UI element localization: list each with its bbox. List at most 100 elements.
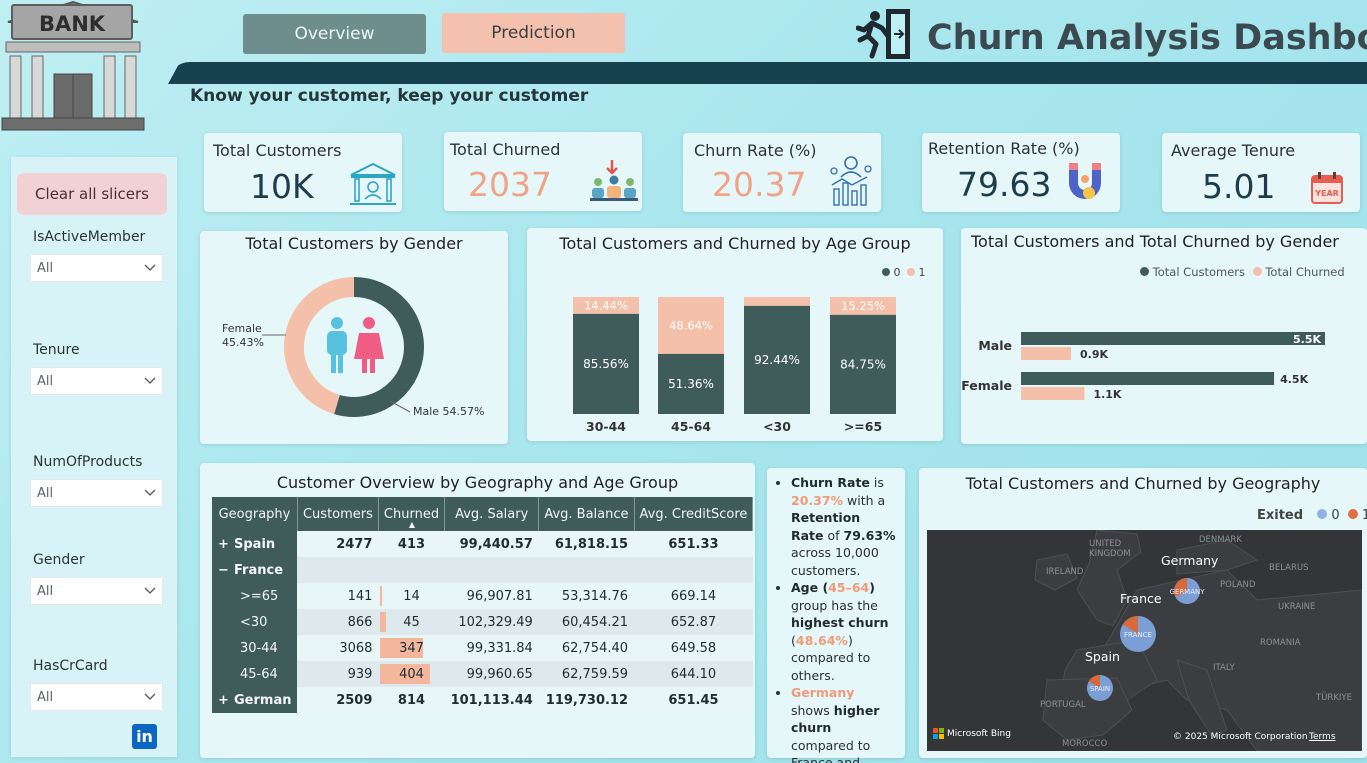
balance-cell — [538, 557, 635, 583]
map-terms-link[interactable]: Terms — [1309, 732, 1336, 742]
churned-cell: 413 — [378, 531, 445, 557]
gender-bar-churned[interactable] — [1021, 347, 1072, 360]
europe-map[interactable]: DENMARK UNITED KINGDOM IRELAND POLAND BE… — [927, 530, 1362, 751]
col-header-creditscore[interactable]: Avg. CreditScore — [634, 497, 754, 531]
kpi-total-customers: Total Customers 10K — [204, 133, 402, 212]
kpi-total-churned: Total Churned 2037 — [444, 132, 642, 211]
salary-cell: 102,329.49 — [444, 609, 539, 635]
clear-slicers-button[interactable]: Clear all slicers — [17, 173, 167, 215]
slicer-value: All — [37, 583, 54, 599]
col-header-geography[interactable]: Geography — [212, 497, 298, 531]
salary-cell: 96,907.81 — [444, 583, 539, 609]
geo-cell[interactable]: <30 — [212, 609, 298, 635]
sort-asc-icon: ▲ — [408, 520, 416, 529]
slicer-dropdown-tenure[interactable]: All — [30, 367, 163, 395]
microsoft-logo-icon — [933, 728, 944, 739]
kpi-label: Churn Rate (%) — [694, 141, 817, 160]
table-row[interactable]: + Spain 2477 413 99,440.57 61,818.15 651.33 — [212, 531, 753, 557]
geo-cell[interactable]: 45-64 — [212, 661, 298, 687]
slicer-dropdown-hascrcard[interactable]: All — [30, 683, 163, 711]
col-header-churned[interactable]: Churned ▲ — [378, 497, 446, 531]
geo-cell[interactable]: + Spain — [212, 531, 298, 557]
kpi-label: Average Tenure — [1171, 141, 1296, 160]
customers-cell: 3068 — [297, 635, 379, 661]
map-pie-label: FRANCE — [1124, 631, 1152, 639]
churned-cell: 347 — [378, 635, 445, 661]
slicer-label-isactivemember: IsActiveMember — [33, 229, 146, 245]
dashboard-title: Churn Analysis Dashboard — [927, 18, 1367, 58]
city-label-france: France — [1120, 591, 1162, 606]
slicer-dropdown-numofproducts[interactable]: All — [30, 479, 163, 507]
creditscore-cell: 644.10 — [634, 661, 753, 687]
gender-bar-customers[interactable] — [1021, 332, 1325, 345]
churned-databar — [380, 612, 386, 632]
linkedin-icon[interactable]: in — [132, 724, 157, 749]
churned-value: 814 — [397, 692, 426, 708]
slicer-value: All — [37, 373, 54, 389]
kpi-churn-rate: Churn Rate (%) 20.37 — [683, 133, 881, 212]
table-row[interactable]: >=65 141 14 96,907.81 53,314.76 669.14 — [212, 583, 753, 609]
creditscore-cell: 652.87 — [634, 609, 753, 635]
churned-cell: 404 — [378, 661, 445, 687]
female-label: Female — [222, 322, 262, 335]
svg-text:BANK: BANK — [39, 12, 106, 36]
table-row[interactable]: <30 866 45 102,329.49 60,454.21 652.87 — [212, 609, 753, 635]
male-label: Male 54.57% — [413, 405, 485, 418]
churned-databar — [380, 586, 383, 606]
gender-bar-label: 4.5K — [1280, 373, 1308, 386]
chevron-down-icon — [144, 693, 156, 700]
slicer-label-tenure: Tenure — [33, 342, 80, 358]
header-banner — [168, 62, 1367, 84]
kpi-label: Total Churned — [450, 140, 561, 159]
slicer-dropdown-gender[interactable]: All — [30, 577, 163, 605]
table-row[interactable]: + German 2509 814 101,113.44 119,730.12 651.45 — [212, 687, 753, 713]
prediction-nav-button[interactable]: Prediction — [442, 13, 625, 53]
age-category-label: 30-44 — [586, 419, 626, 434]
age-bar-label: 14.44% — [584, 298, 628, 312]
gender-bar-churned[interactable] — [1021, 387, 1085, 400]
collapse-icon[interactable]: − — [218, 563, 229, 578]
slicer-dropdown-isactivemember[interactable]: All — [30, 254, 163, 282]
age-bar-label: 84.75% — [840, 357, 886, 371]
analytics-person-icon — [830, 156, 872, 206]
attribution-text: Microsoft Bing — [947, 728, 1011, 739]
chevron-down-icon — [144, 377, 156, 384]
churned-value: 45 — [403, 614, 420, 630]
expand-icon[interactable]: + — [218, 537, 229, 552]
insights-card: Churn Rate is 20.37% with a Retention Ra… — [767, 468, 905, 763]
geo-label: 30-44 — [240, 640, 278, 656]
creditscore-cell — [634, 557, 753, 583]
age-bar-label: 92.44% — [754, 353, 800, 367]
overview-nav-button[interactable]: Overview — [243, 14, 426, 54]
age-category-label: <30 — [763, 419, 791, 434]
gender-bar-customers[interactable] — [1021, 372, 1275, 385]
table-row[interactable]: − France — [212, 557, 753, 583]
geo-cell[interactable]: − France — [212, 557, 298, 583]
geo-cell[interactable]: 30-44 — [212, 635, 298, 661]
table-row[interactable]: 45-64 939 404 99,960.65 62,759.59 644.10 — [212, 661, 753, 687]
churned-value: 404 — [399, 666, 424, 682]
expand-icon[interactable]: + — [218, 693, 229, 708]
balance-cell: 60,454.21 — [538, 609, 635, 635]
churned-value: 347 — [399, 640, 424, 656]
legend-swatch-1 — [1347, 509, 1358, 519]
table-row[interactable]: 30-44 3068 347 99,331.84 62,754.40 649.58 — [212, 635, 753, 661]
customers-cell: 2509 — [297, 687, 379, 713]
geo-cell[interactable]: + German — [212, 687, 298, 713]
slicer-value: All — [37, 689, 54, 705]
geo-cell[interactable]: >=65 — [212, 583, 298, 609]
col-header-balance[interactable]: Avg. Balance — [538, 497, 635, 531]
col-header-customers[interactable]: Customers — [297, 497, 379, 531]
col-header-salary[interactable]: Avg. Salary — [444, 497, 540, 531]
salary-cell: 99,331.84 — [444, 635, 539, 661]
bank-building-icon — [350, 162, 396, 205]
geo-label: 45-64 — [240, 666, 278, 682]
legend-label: 1 — [1361, 508, 1367, 523]
creditscore-cell: 649.58 — [634, 635, 753, 661]
gender-bar-label: 1.1K — [1093, 388, 1121, 401]
age-bar-churned[interactable] — [744, 297, 810, 306]
gender-donut-card: Total Customers by Gender Female 45.43% … — [200, 231, 508, 444]
magnet-retention-icon — [1069, 163, 1101, 199]
churned-cell: 14 — [378, 583, 445, 609]
people-gender-icon — [327, 317, 384, 373]
